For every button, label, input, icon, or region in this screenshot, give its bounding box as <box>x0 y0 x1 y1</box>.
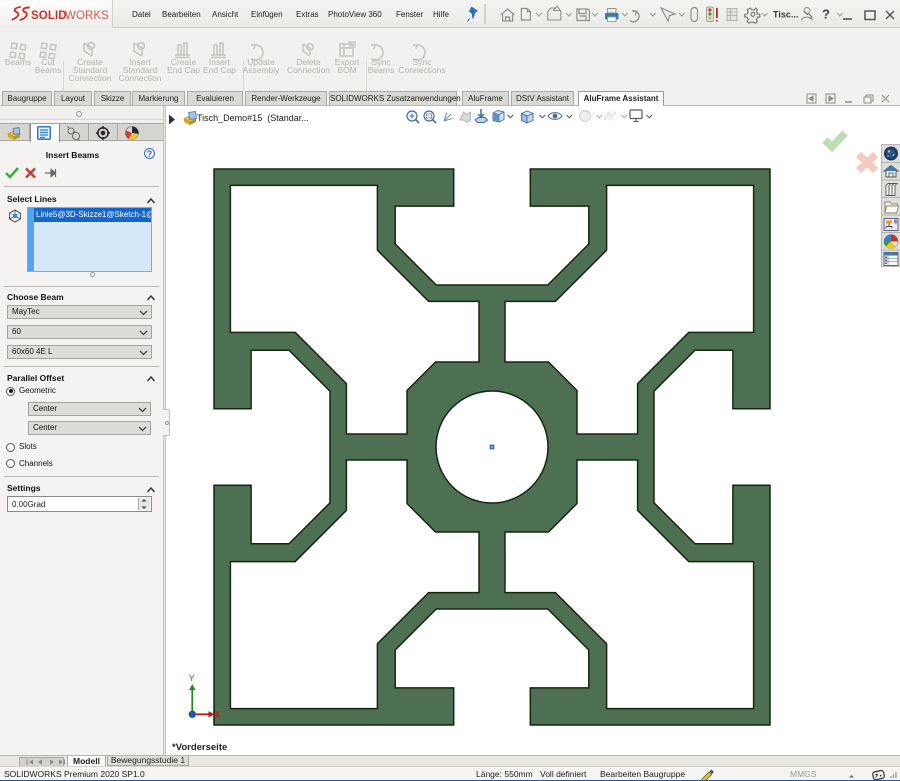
svg-text:?: ? <box>822 7 830 22</box>
svg-text:Y: Y <box>189 673 195 683</box>
svg-text:Tisc...: Tisc... <box>773 10 798 20</box>
svg-text:WORKS: WORKS <box>65 10 109 22</box>
svg-text:SOLID: SOLID <box>31 10 67 22</box>
